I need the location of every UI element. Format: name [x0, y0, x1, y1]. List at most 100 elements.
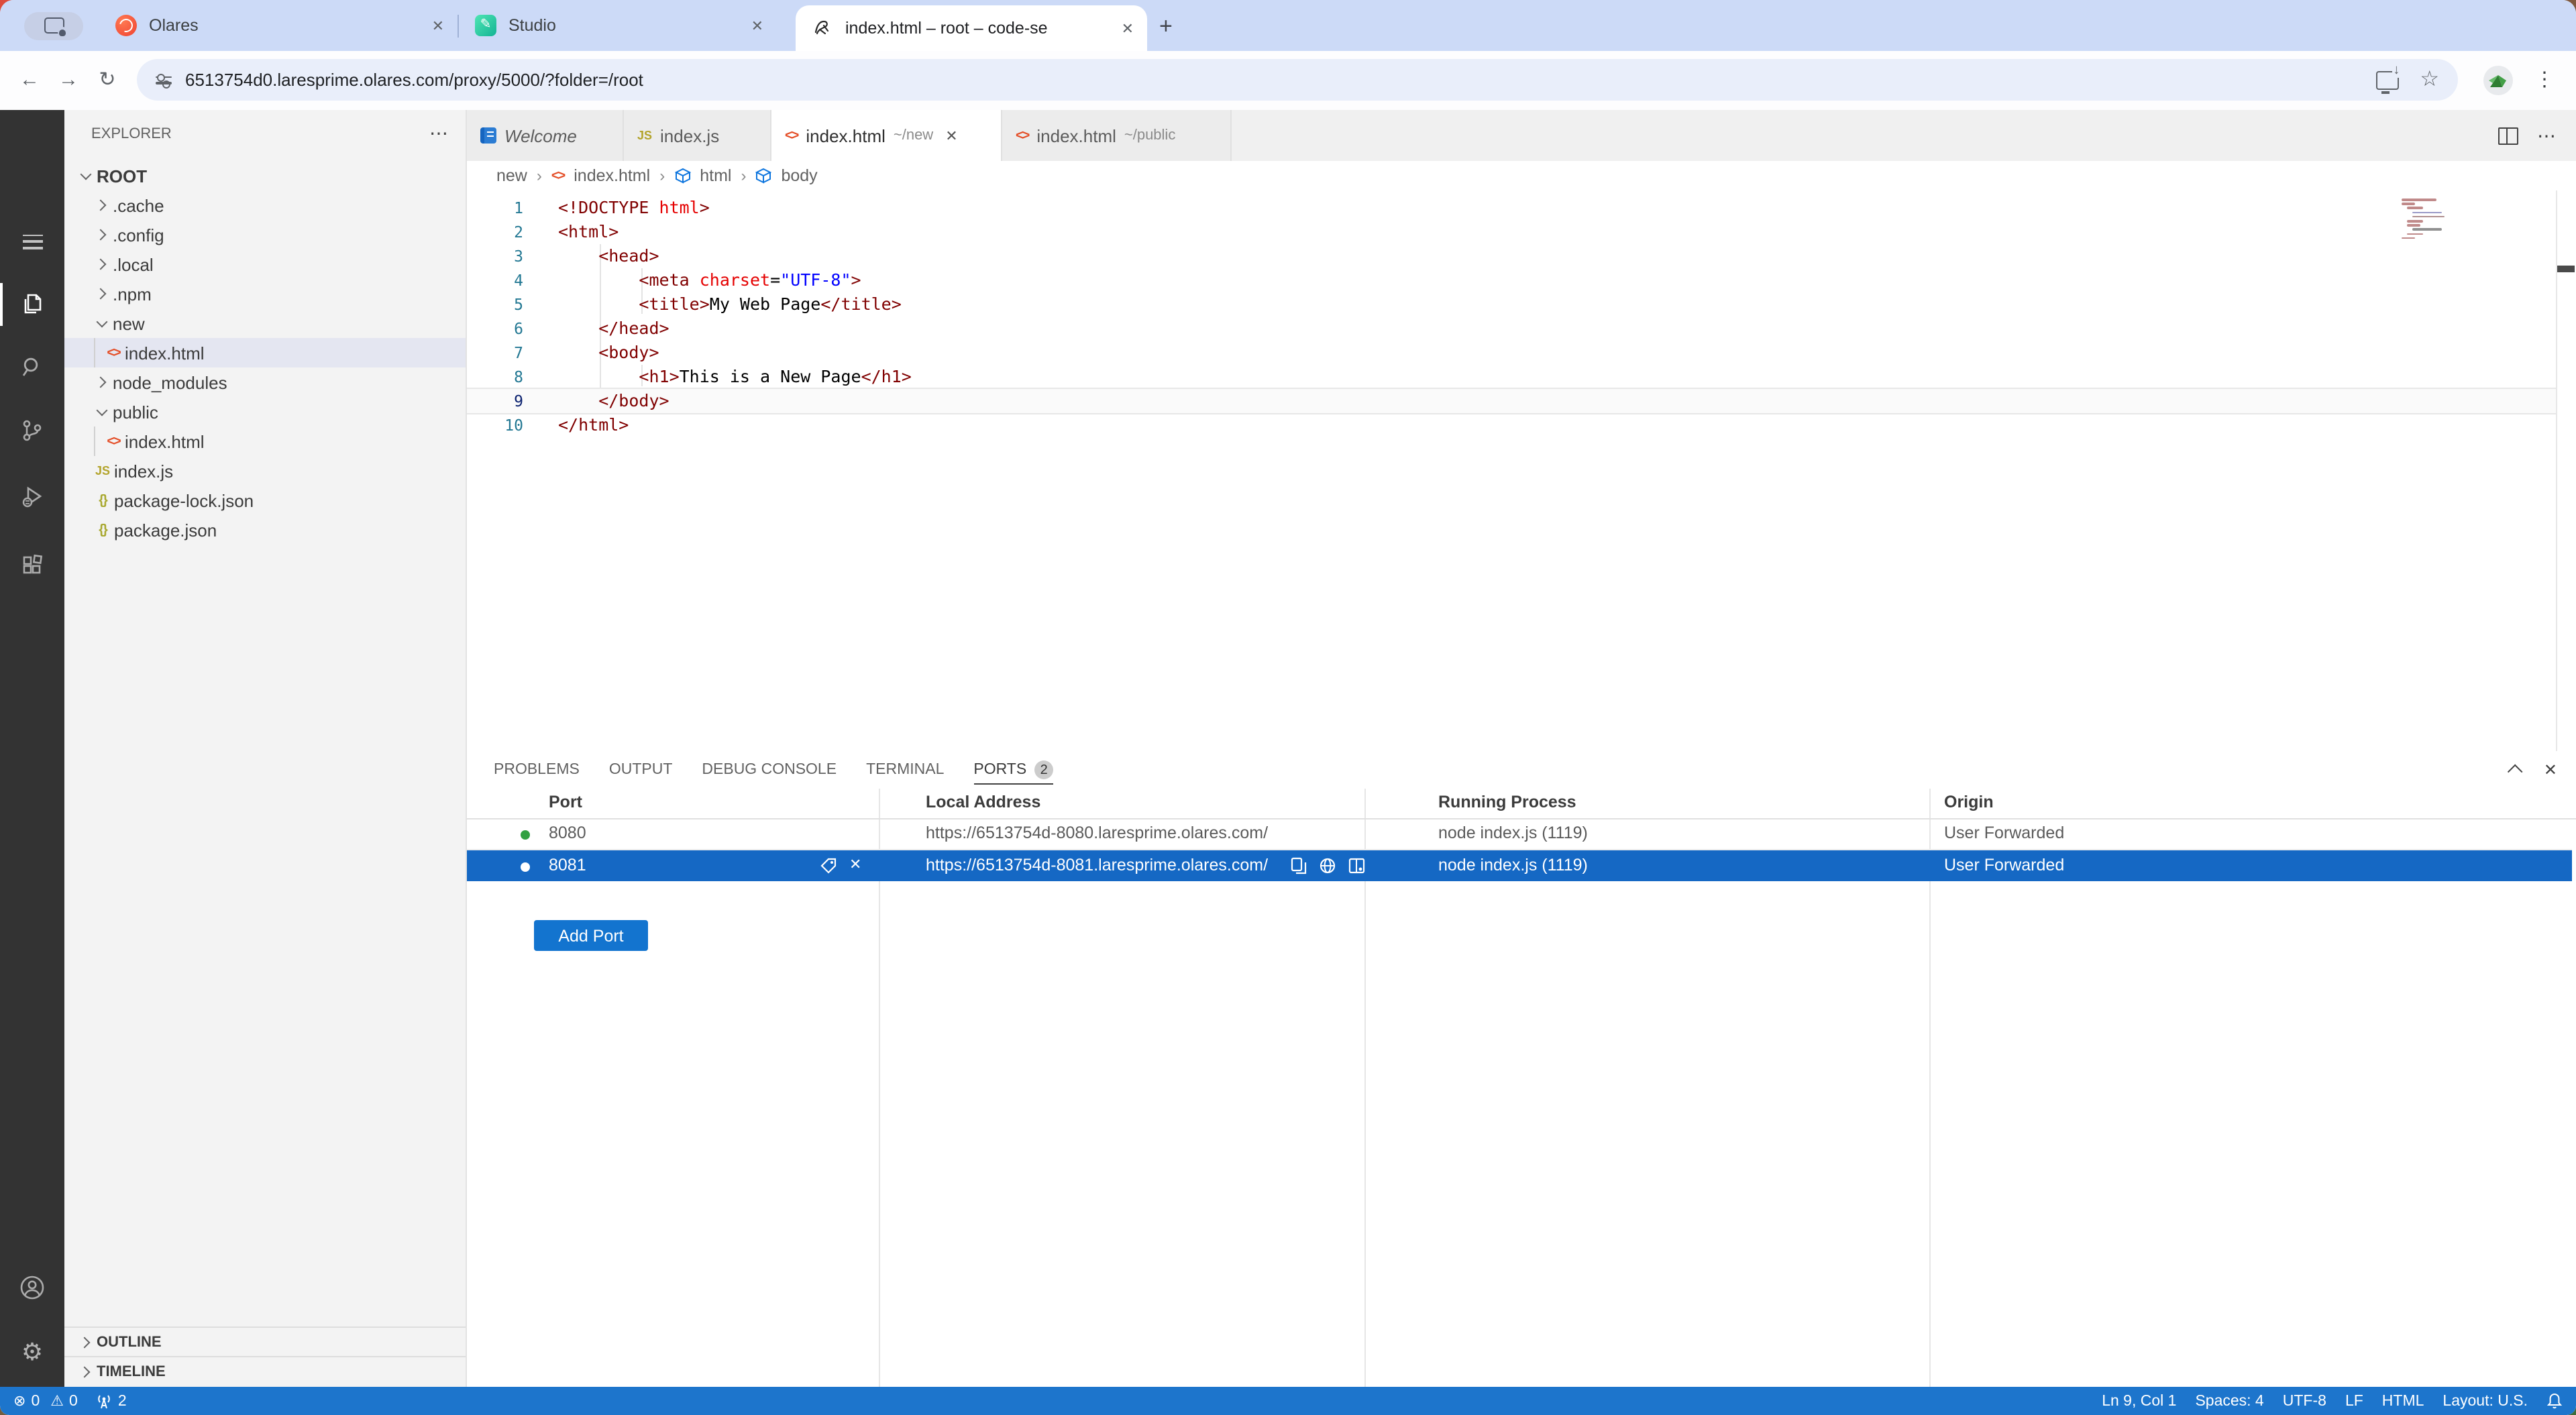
scrollbar-thumb[interactable] [2557, 266, 2575, 272]
problems-status-item[interactable]: ⊗ 0 ⚠ 0 [13, 1393, 78, 1409]
port-row-8081-selected[interactable]: 8081 ✕ https://6513754d-8081.laresprime.… [467, 850, 2572, 881]
breadcrumb-symbol-body[interactable]: body [781, 166, 817, 185]
panel-tab-output[interactable]: OUTPUT [609, 751, 673, 789]
breadcrumb-file[interactable]: index.html [574, 166, 650, 185]
sidebar-explorer: EXPLORER ⋯ ROOT .cache .config [64, 110, 467, 1387]
keyboard-layout-status[interactable]: Layout: U.S. [2443, 1393, 2528, 1409]
extensions-activity-button[interactable] [0, 539, 64, 593]
run-debug-icon [19, 484, 45, 509]
split-editor-icon[interactable] [2498, 127, 2518, 144]
tree-item-node-modules[interactable]: node_modules [64, 367, 466, 397]
browser-tab-olares[interactable]: Olares ✕ [99, 0, 458, 51]
timeline-section[interactable]: TIMELINE [64, 1356, 466, 1387]
menu-button[interactable] [0, 215, 64, 268]
local-address-link[interactable]: https://6513754d-8081.laresprime.olares.… [926, 856, 1268, 874]
close-tab-icon[interactable]: ✕ [1122, 19, 1134, 37]
panel-tab-ports[interactable]: PORTS2 [973, 751, 1053, 789]
profile-toolbar-button[interactable] [24, 11, 83, 40]
code-editor[interactable]: 1<!DOCTYPE html> 2<html> 3 <head> 4 <met… [467, 190, 2576, 751]
symbol-cube-icon [674, 168, 690, 184]
back-button[interactable]: ← [16, 67, 43, 94]
studio-favicon [475, 15, 496, 36]
code-line-current: 9 </body> [467, 388, 2557, 414]
eol-status[interactable]: LF [2345, 1393, 2363, 1409]
browser-tab-studio[interactable]: Studio ✕ [459, 0, 777, 51]
site-settings-icon[interactable] [156, 73, 172, 87]
tree-item-new-folder[interactable]: new [64, 308, 466, 338]
source-control-activity-button[interactable] [0, 404, 64, 457]
search-icon [20, 355, 44, 380]
tree-item-package-json[interactable]: {} package.json [64, 515, 466, 545]
js-file-icon: JS [637, 129, 652, 142]
set-port-label-icon[interactable] [820, 857, 837, 874]
tree-item-package-lock-json[interactable]: {} package-lock.json [64, 486, 466, 515]
browser-menu-icon[interactable]: ⋮ [2534, 66, 2555, 95]
accounts-button[interactable] [0, 1261, 64, 1314]
cursor-position-status[interactable]: Ln 9, Col 1 [2102, 1393, 2176, 1409]
tree-item-public-folder[interactable]: public [64, 397, 466, 427]
breadcrumb-folder[interactable]: new [496, 166, 527, 185]
search-activity-button[interactable] [0, 341, 64, 394]
notifications-bell-icon[interactable] [2546, 1392, 2563, 1410]
panel-tab-problems[interactable]: PROBLEMS [494, 751, 580, 789]
forward-button[interactable]: → [55, 67, 82, 94]
profile-avatar[interactable] [2483, 66, 2513, 95]
stop-forwarding-icon[interactable]: ✕ [849, 857, 861, 874]
explorer-more-actions-icon[interactable]: ⋯ [429, 122, 449, 145]
panel-tab-terminal[interactable]: TERMINAL [866, 751, 944, 789]
extensions-icon [20, 554, 44, 578]
copy-address-icon[interactable] [1291, 857, 1307, 874]
code-server-favicon [812, 17, 833, 39]
col-header-running-process: Running Process [1438, 793, 1576, 811]
browser-tab-title: index.html – root – code-se [845, 19, 1111, 38]
minimap[interactable] [2402, 199, 2466, 241]
open-in-browser-icon[interactable] [1319, 857, 1336, 874]
explorer-activity-button[interactable] [0, 278, 64, 331]
tree-item-index-html-new[interactable]: <> index.html [64, 338, 466, 367]
close-panel-icon[interactable]: ✕ [2544, 760, 2557, 779]
tab-welcome[interactable]: Welcome [467, 110, 624, 161]
tree-item-cache[interactable]: .cache [64, 190, 466, 220]
language-mode-status[interactable]: HTML [2382, 1393, 2424, 1409]
url-text[interactable]: 6513754d0.laresprime.olares.com/proxy/50… [185, 70, 643, 90]
tab-path-hint: ~/public [1124, 127, 1175, 144]
preview-in-editor-icon[interactable] [1348, 857, 1366, 874]
run-debug-activity-button[interactable] [0, 469, 64, 523]
tab-index-js[interactable]: JS index.js [624, 110, 771, 161]
close-tab-icon[interactable]: ✕ [432, 17, 444, 34]
chevron-right-icon [91, 290, 113, 298]
tree-item-config[interactable]: .config [64, 220, 466, 249]
close-tab-icon[interactable]: ✕ [945, 127, 957, 144]
settings-button[interactable]: ⚙ [0, 1325, 64, 1379]
indentation-status[interactable]: Spaces: 4 [2195, 1393, 2263, 1409]
html-file-icon: <> [1016, 128, 1028, 143]
reload-button[interactable]: ↻ [94, 67, 121, 94]
breadcrumb-symbol-html[interactable]: html [700, 166, 731, 185]
symbol-cube-icon [755, 168, 771, 184]
bookmark-star-icon[interactable]: ☆ [2420, 69, 2439, 91]
browser-tab-code-server[interactable]: index.html – root – code-se ✕ [796, 5, 1147, 51]
address-bar[interactable]: 6513754d0.laresprime.olares.com/proxy/50… [137, 59, 2458, 101]
editor-scrollbar[interactable] [2556, 190, 2576, 751]
panel-tab-debug-console[interactable]: DEBUG CONSOLE [702, 751, 837, 789]
tree-item-index-js[interactable]: JS index.js [64, 456, 466, 486]
new-tab-button[interactable]: + [1159, 14, 1173, 37]
browser-window: Olares ✕ Studio ✕ index.html – root – co… [0, 0, 2576, 1415]
code-line: 3 <head> [467, 244, 2557, 268]
maximize-panel-icon[interactable] [2508, 765, 2523, 780]
tab-index-html-new[interactable]: <> index.html ~/new ✕ [771, 110, 1002, 161]
port-row-8080[interactable]: 8080 https://6513754d-8080.laresprime.ol… [467, 818, 2572, 850]
forwarded-ports-status-item[interactable]: 2 [95, 1393, 127, 1409]
encoding-status[interactable]: UTF-8 [2283, 1393, 2326, 1409]
tree-item-local[interactable]: .local [64, 249, 466, 279]
outline-section[interactable]: OUTLINE [64, 1326, 466, 1357]
add-port-button[interactable]: Add Port [534, 920, 648, 951]
editor-more-actions-icon[interactable]: ⋯ [2537, 124, 2557, 147]
close-tab-icon[interactable]: ✕ [751, 17, 763, 34]
tree-item-npm[interactable]: .npm [64, 279, 466, 308]
install-app-icon[interactable] [2375, 70, 2398, 89]
tree-item-index-html-public[interactable]: <> index.html [64, 427, 466, 456]
local-address-link[interactable]: https://6513754d-8080.laresprime.olares.… [926, 824, 1268, 842]
tree-item-root[interactable]: ROOT [64, 161, 466, 190]
tab-index-html-public[interactable]: <> index.html ~/public [1002, 110, 1232, 161]
